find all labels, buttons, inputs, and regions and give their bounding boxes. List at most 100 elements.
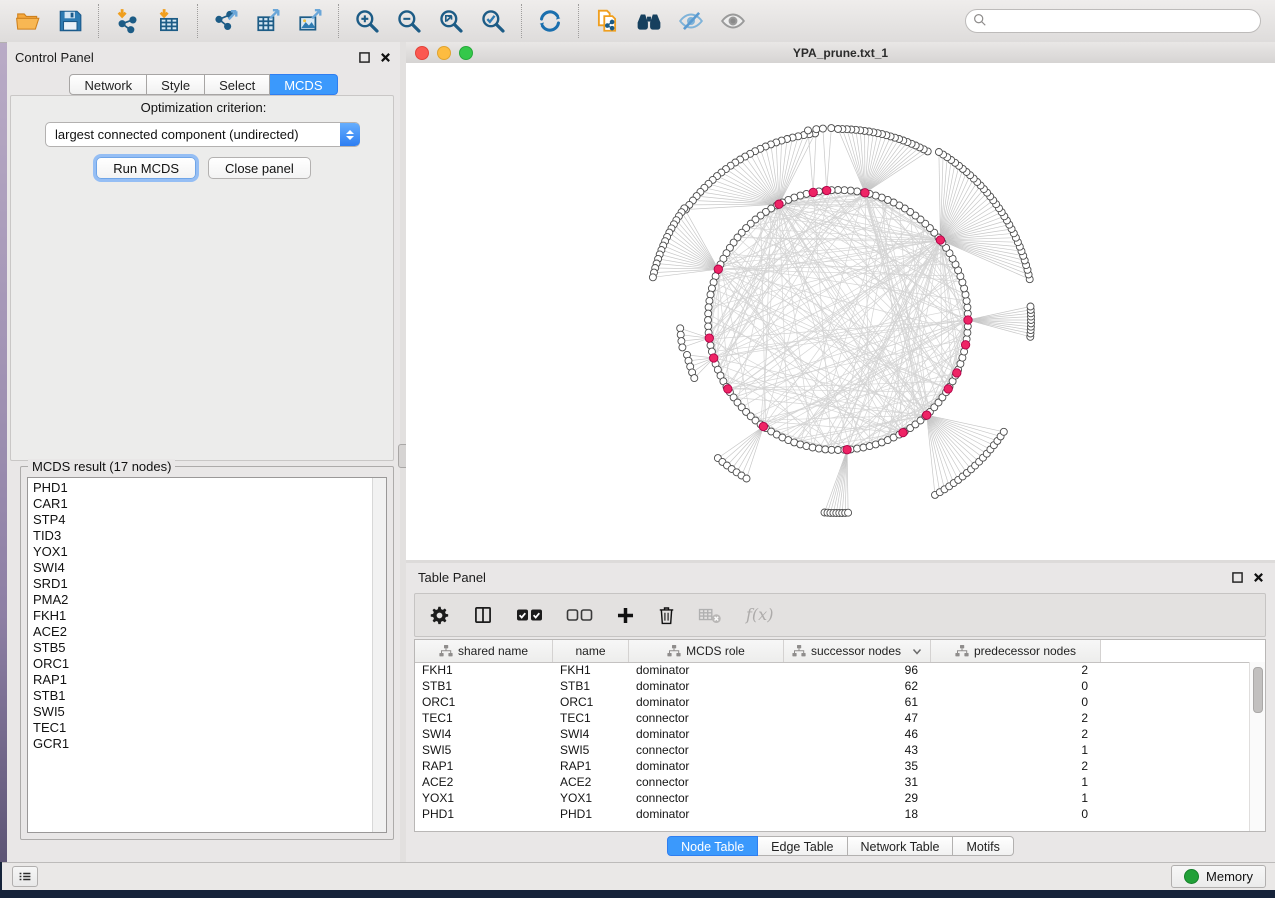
table-scrollbar[interactable]	[1249, 662, 1265, 831]
table-cell[interactable]: 29	[784, 791, 931, 805]
table-cell[interactable]: dominator	[629, 727, 784, 741]
tab-select[interactable]: Select	[205, 74, 270, 95]
table-cell[interactable]: FKH1	[415, 663, 553, 677]
table-cell[interactable]: 0	[931, 695, 1101, 709]
tab-edge-table[interactable]: Edge Table	[758, 836, 847, 856]
table-cell[interactable]: ACE2	[415, 775, 553, 789]
table-cell[interactable]: connector	[629, 775, 784, 789]
column-header-name[interactable]: name	[553, 640, 629, 662]
table-row[interactable]: SWI5SWI5connector431	[415, 742, 1250, 758]
table-cell[interactable]: 35	[784, 759, 931, 773]
close-panel-icon[interactable]	[379, 51, 392, 64]
table-cell[interactable]: 47	[784, 711, 931, 725]
mcds-result-item[interactable]: GCR1	[28, 736, 386, 752]
mcds-result-item[interactable]: FKH1	[28, 608, 386, 624]
table-row[interactable]: ACE2ACE2connector311	[415, 774, 1250, 790]
mcds-result-item[interactable]: SWI5	[28, 704, 386, 720]
tab-node-table[interactable]: Node Table	[667, 836, 758, 856]
gear-button[interactable]	[429, 605, 450, 626]
table-cell[interactable]: 2	[931, 663, 1101, 677]
criterion-dropdown[interactable]: largest connected component (undirected)	[45, 122, 360, 147]
network-canvas[interactable]	[406, 63, 1275, 563]
mcds-result-item[interactable]: ORC1	[28, 656, 386, 672]
table-cell[interactable]: SWI5	[553, 743, 629, 757]
zoom-selected-button[interactable]	[472, 3, 514, 39]
table-row[interactable]: ORC1ORC1dominator610	[415, 694, 1250, 710]
column-header-shared-name[interactable]: shared name	[415, 640, 553, 662]
table-row[interactable]: FKH1FKH1dominator962	[415, 662, 1250, 678]
table-cell[interactable]: 1	[931, 791, 1101, 805]
mcds-result-item[interactable]: STP4	[28, 512, 386, 528]
zoom-in-button[interactable]	[346, 3, 388, 39]
tab-motifs[interactable]: Motifs	[953, 836, 1013, 856]
float-panel-icon[interactable]	[358, 51, 371, 64]
search-network-button[interactable]	[628, 3, 670, 39]
mcds-result-item[interactable]: PMA2	[28, 592, 386, 608]
table-cell[interactable]: STB1	[553, 679, 629, 693]
table-cell[interactable]: SWI4	[553, 727, 629, 741]
table-cell[interactable]: connector	[629, 791, 784, 805]
search-input[interactable]	[965, 9, 1261, 33]
mcds-result-item[interactable]: STB5	[28, 640, 386, 656]
float-table-panel-icon[interactable]	[1231, 571, 1244, 584]
table-cell[interactable]: dominator	[629, 807, 784, 821]
add-row-button[interactable]	[616, 606, 635, 625]
table-row[interactable]: SWI4SWI4dominator462	[415, 726, 1250, 742]
column-header-predecessor-nodes[interactable]: predecessor nodes	[931, 640, 1101, 662]
zoom-out-button[interactable]	[388, 3, 430, 39]
table-cell[interactable]: 43	[784, 743, 931, 757]
table-scrollbar-thumb[interactable]	[1253, 667, 1263, 713]
table-cell[interactable]: RAP1	[415, 759, 553, 773]
table-cell[interactable]: SWI5	[415, 743, 553, 757]
mcds-result-item[interactable]: SWI4	[28, 560, 386, 576]
zoom-fit-button[interactable]	[430, 3, 472, 39]
table-row[interactable]: PHD1PHD1dominator180	[415, 806, 1250, 822]
open-folder-button[interactable]	[7, 3, 49, 39]
save-button[interactable]	[49, 3, 91, 39]
table-cell[interactable]: TEC1	[553, 711, 629, 725]
table-cell[interactable]: dominator	[629, 759, 784, 773]
table-cell[interactable]: ORC1	[553, 695, 629, 709]
mcds-result-item[interactable]: ACE2	[28, 624, 386, 640]
table-cell[interactable]: dominator	[629, 695, 784, 709]
table-cell[interactable]: 1	[931, 775, 1101, 789]
memory-button[interactable]: Memory	[1171, 865, 1266, 888]
table-cell[interactable]: 1	[931, 743, 1101, 757]
mcds-result-item[interactable]: YOX1	[28, 544, 386, 560]
import-network-button[interactable]	[106, 3, 148, 39]
table-cell[interactable]: 0	[931, 807, 1101, 821]
close-table-panel-icon[interactable]	[1252, 571, 1265, 584]
table-cell[interactable]: YOX1	[415, 791, 553, 805]
table-cell[interactable]: 46	[784, 727, 931, 741]
table-cell[interactable]: 2	[931, 759, 1101, 773]
mcds-result-item[interactable]: SRD1	[28, 576, 386, 592]
result-list-scrollbar[interactable]	[372, 478, 386, 832]
table-cell[interactable]: ORC1	[415, 695, 553, 709]
table-cell[interactable]: 96	[784, 663, 931, 677]
show-all-button[interactable]	[712, 3, 754, 39]
mcds-result-item[interactable]: STB1	[28, 688, 386, 704]
table-cell[interactable]: 2	[931, 711, 1101, 725]
table-cell[interactable]: PHD1	[415, 807, 553, 821]
table-cell[interactable]: 2	[931, 727, 1101, 741]
task-history-button[interactable]	[12, 866, 38, 887]
clone-network-button[interactable]	[586, 3, 628, 39]
table-row[interactable]: YOX1YOX1connector291	[415, 790, 1250, 806]
table-cell[interactable]: 18	[784, 807, 931, 821]
table-cell[interactable]: 0	[931, 679, 1101, 693]
hide-selected-button[interactable]	[670, 3, 712, 39]
mcds-result-item[interactable]: TID3	[28, 528, 386, 544]
mcds-result-item[interactable]: TEC1	[28, 720, 386, 736]
tab-style[interactable]: Style	[147, 74, 205, 95]
table-cell[interactable]: 31	[784, 775, 931, 789]
table-cell[interactable]: connector	[629, 711, 784, 725]
table-cell[interactable]: YOX1	[553, 791, 629, 805]
select-all-button[interactable]	[516, 606, 544, 624]
network-window-titlebar[interactable]: YPA_prune.txt_1	[406, 42, 1275, 64]
refresh-button[interactable]	[529, 3, 571, 39]
table-cell[interactable]: 61	[784, 695, 931, 709]
import-table-button[interactable]	[148, 3, 190, 39]
network-graph[interactable]	[406, 63, 1275, 560]
tab-mcds[interactable]: MCDS	[270, 74, 337, 95]
table-row[interactable]: TEC1TEC1connector472	[415, 710, 1250, 726]
